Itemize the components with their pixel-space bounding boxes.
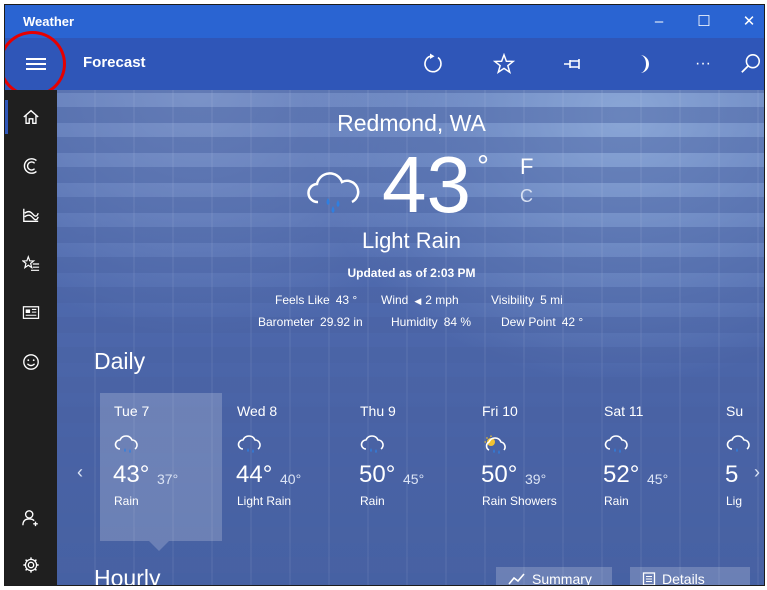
maps-icon[interactable] [16, 151, 46, 181]
day-card-sun[interactable]: Su 5 Lig [712, 393, 764, 541]
sidebar-selection-indicator [5, 100, 8, 134]
rain-cloud-icon [237, 435, 261, 453]
rain-cloud-icon [726, 435, 750, 452]
day-high-temp: 5 [725, 461, 739, 488]
humidity: Humidity 84 % [391, 315, 471, 329]
unit-celsius-toggle[interactable]: C [520, 186, 533, 207]
day-condition: Rain Showers [482, 494, 557, 508]
day-name: Tue 7 [114, 403, 150, 419]
selected-day-caret [149, 541, 169, 551]
account-icon[interactable] [16, 503, 46, 533]
day-condition: Rain [360, 494, 385, 508]
highlight-circle [5, 31, 66, 97]
dew-point-label: Dew Point [501, 315, 556, 329]
day-low-temp: 45° [647, 471, 669, 487]
day-condition: Rain [604, 494, 629, 508]
day-name: Fri 10 [482, 403, 518, 419]
pin-icon[interactable] [558, 50, 588, 78]
rain-cloud-icon [307, 172, 360, 213]
day-low-temp: 45° [403, 471, 425, 487]
wind-value: 2 mph [425, 293, 459, 307]
dew-point: Dew Point 42 ° [501, 315, 583, 329]
day-card-thu[interactable]: Thu 9 50° 45° Rain [346, 393, 468, 541]
visibility-label: Visibility [491, 293, 535, 307]
day-low-temp: 39° [525, 471, 547, 487]
day-name: Su [726, 403, 744, 419]
day-name: Thu 9 [360, 403, 396, 419]
humidity-value: 84 % [443, 315, 472, 329]
current-temperature: 43 [382, 140, 471, 229]
day-low-temp: 37° [157, 471, 179, 487]
daily-prev-arrow[interactable]: ‹ [77, 462, 83, 483]
day-name: Sat 11 [604, 403, 644, 419]
feels-like: Feels Like 43 ° [275, 293, 357, 307]
search-icon[interactable] [736, 50, 764, 78]
visibility-value: 5 mi [540, 293, 563, 307]
home-icon[interactable] [16, 102, 46, 132]
day-condition: Lig [726, 494, 743, 508]
feedback-icon[interactable] [16, 347, 46, 377]
barometer: Barometer 29.92 in [258, 315, 363, 329]
current-condition: Light Rain [361, 228, 462, 253]
weather-window: Weather – ☐ ✕ Forecast ··· Redmond, WA 4… [4, 4, 765, 586]
forecast-content: Redmond, WA 43 ° F C Light Rain Updated … [57, 90, 764, 586]
title-bar: Weather – ☐ ✕ [5, 5, 764, 38]
barometer-label: Barometer [258, 315, 315, 329]
day-card-wed[interactable]: Wed 8 44° 40° Light Rain [223, 393, 345, 541]
line-chart-icon [508, 573, 525, 585]
historical-weather-icon[interactable] [16, 200, 46, 230]
city-name: Redmond, WA [337, 110, 486, 136]
wind-direction-icon: ◀ [414, 296, 422, 306]
toolbar: Forecast ··· [5, 31, 764, 97]
details-label: Details [662, 571, 705, 586]
details-button[interactable]: Details [630, 567, 750, 586]
rain-cloud-icon [604, 435, 628, 453]
humidity-label: Humidity [391, 315, 438, 329]
day-low-temp: 40° [280, 471, 302, 487]
summary-label: Summary [532, 571, 592, 586]
day-condition: Light Rain [237, 494, 292, 508]
settings-icon[interactable] [16, 550, 46, 580]
rain-cloud-icon [114, 435, 138, 453]
day-name: Wed 8 [237, 403, 278, 419]
wind-label: Wind [381, 293, 409, 307]
page-title: Forecast [83, 54, 146, 71]
dark-mode-moon-icon[interactable] [628, 50, 658, 78]
feels-like-value: 43 ° [335, 293, 358, 307]
day-high-temp: 50° [359, 461, 396, 488]
day-card-fri[interactable]: Fri 10 50° 39° Rain Showers [468, 393, 590, 541]
hourly-heading: Hourly [94, 565, 161, 586]
app-title: Weather [23, 14, 75, 29]
degree-symbol: ° [477, 150, 489, 183]
barometer-value: 29.92 in [320, 315, 363, 329]
updated-time: Updated as of 2:03 PM [347, 266, 476, 280]
maximize-button[interactable]: ☐ [683, 9, 725, 35]
day-condition: Rain [114, 494, 139, 508]
day-high-temp: 43° [113, 461, 150, 488]
day-card-tue[interactable]: Tue 7 43° 37° Rain [100, 393, 222, 541]
news-icon[interactable] [16, 298, 46, 328]
day-card-sat[interactable]: Sat 11 52° 45° Rain [590, 393, 712, 541]
daily-heading: Daily [94, 348, 146, 374]
minimize-button[interactable]: – [638, 9, 680, 35]
day-high-temp: 52° [603, 461, 640, 488]
unit-fahrenheit-toggle[interactable]: F [520, 154, 533, 180]
summary-button[interactable]: Summary [496, 567, 612, 586]
favorites-icon[interactable] [16, 249, 46, 279]
wind: Wind ◀ 2 mph [381, 293, 459, 307]
sun-rain-icon [484, 435, 506, 454]
refresh-icon[interactable] [418, 50, 448, 78]
dew-point-value: 42 ° [561, 315, 584, 329]
day-high-temp: 44° [236, 461, 273, 488]
day-high-temp: 50° [481, 461, 518, 488]
more-icon[interactable]: ··· [688, 50, 718, 78]
sidebar [5, 90, 57, 585]
details-list-icon [642, 572, 656, 585]
feels-like-label: Feels Like [275, 293, 330, 307]
close-button[interactable]: ✕ [728, 9, 764, 35]
visibility: Visibility 5 mi [491, 293, 563, 307]
favorite-star-icon[interactable] [489, 50, 519, 78]
rain-cloud-icon [360, 435, 384, 453]
